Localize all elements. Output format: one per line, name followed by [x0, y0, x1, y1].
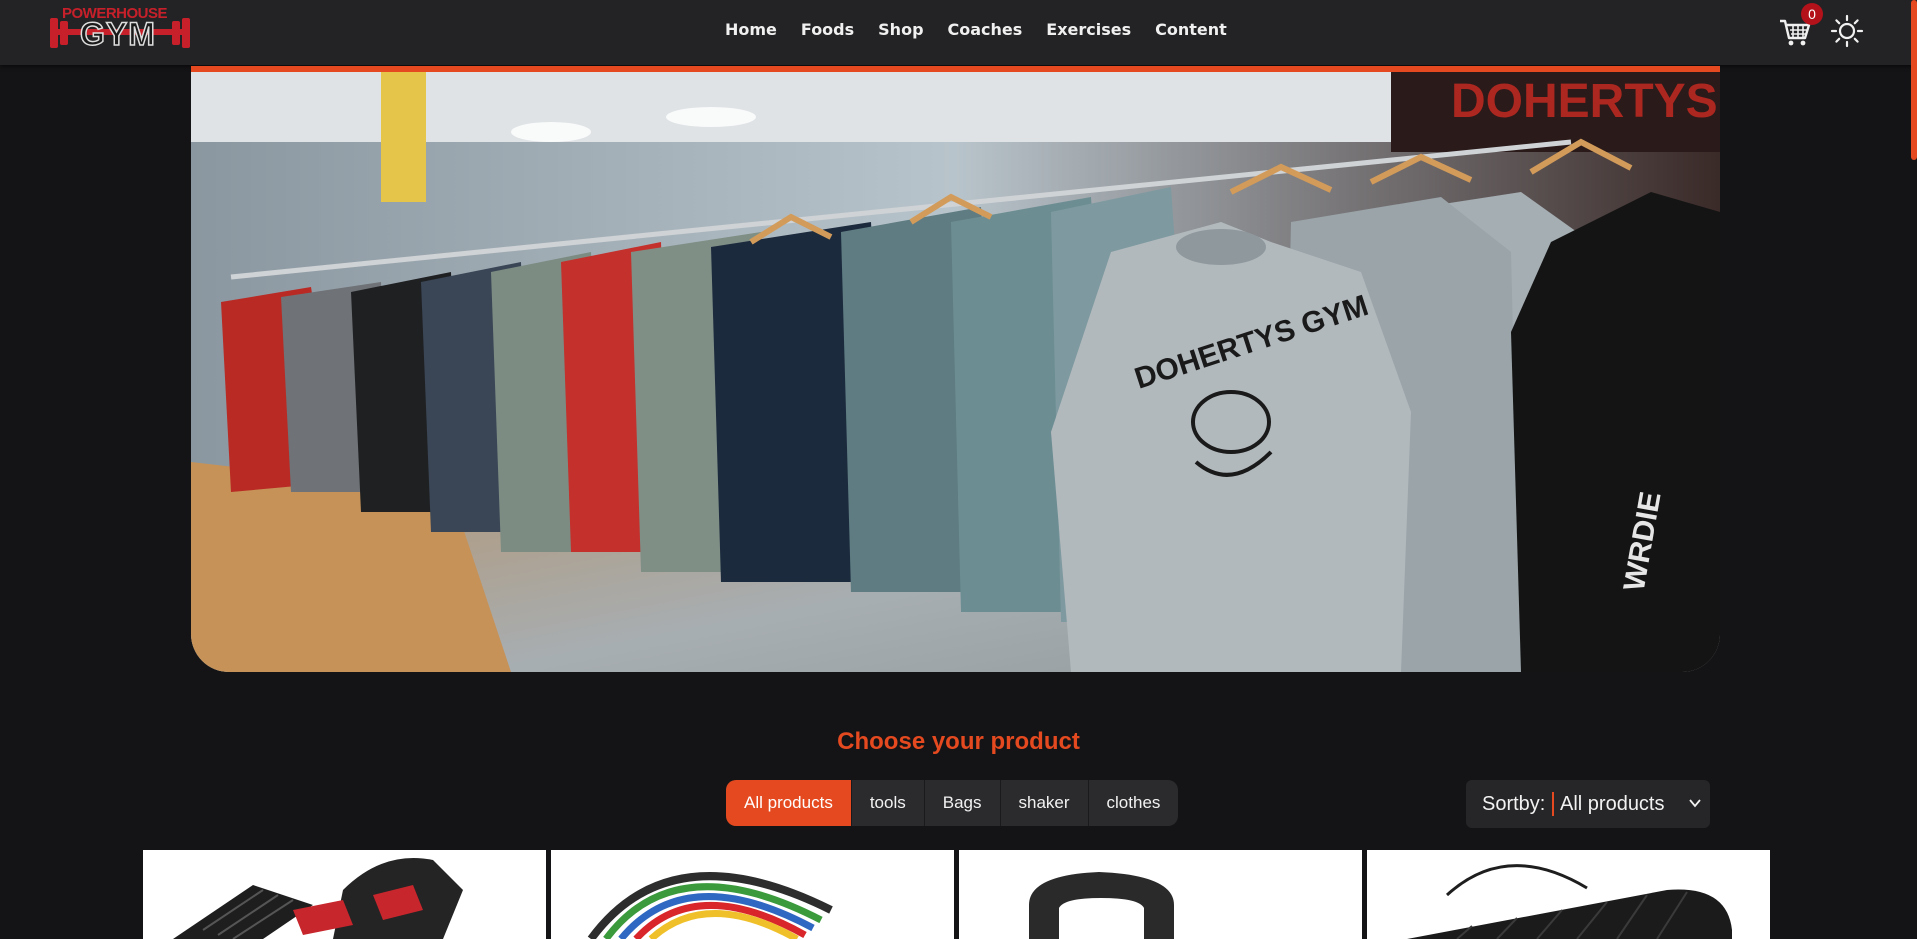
sort-by-value: All products — [1560, 793, 1665, 815]
product-card-resistance-bands[interactable] — [551, 850, 954, 939]
powerhouse-gym-logo[interactable]: POWERHOUSE GYM — [50, 4, 190, 54]
product-card-kettlebell[interactable] — [959, 850, 1362, 939]
filter-all-products[interactable]: All products — [726, 780, 852, 826]
nav-home[interactable]: Home — [725, 20, 777, 39]
sort-separator — [1552, 792, 1554, 816]
filter-shaker[interactable]: shaker — [1001, 780, 1089, 826]
logo-main-text: GYM — [79, 15, 156, 53]
main-nav: Home Foods Shop Coaches Exercises Conten… — [725, 20, 1251, 39]
nav-content[interactable]: Content — [1155, 20, 1227, 39]
svg-text:DOHERTYS GY: DOHERTYS GY — [1451, 75, 1720, 128]
chevron-down-icon — [1689, 799, 1701, 808]
products-section-title: Choose your product — [837, 728, 1080, 755]
top-navbar: POWERHOUSE GYM Home Foods Shop Coaches E… — [0, 0, 1917, 65]
nav-coaches[interactable]: Coaches — [948, 20, 1023, 39]
nav-foods[interactable]: Foods — [801, 20, 854, 39]
filter-tools[interactable]: tools — [852, 780, 925, 826]
filter-clothes[interactable]: clothes — [1089, 780, 1179, 826]
sort-by-label: Sortby: — [1482, 793, 1546, 815]
product-card-adjustable-dumbbell[interactable] — [143, 850, 546, 939]
nav-shop[interactable]: Shop — [878, 20, 923, 39]
hero-banner: DOHERTYS GY — [191, 66, 1720, 672]
filter-bags[interactable]: Bags — [925, 780, 1001, 826]
product-card-yoga-mat[interactable] — [1367, 850, 1770, 939]
sort-by-dropdown[interactable]: Sortby: All products — [1466, 780, 1710, 828]
product-filter-tabs: All products tools Bags shaker clothes — [726, 780, 1179, 826]
page-scrollbar-thumb[interactable] — [1911, 0, 1917, 160]
cart-count-badge: 0 — [1801, 3, 1823, 25]
sun-icon[interactable] — [1830, 14, 1864, 48]
product-grid — [143, 850, 1770, 939]
nav-exercises[interactable]: Exercises — [1046, 20, 1131, 39]
gym-clothing-rack-photo: DOHERTYS GY — [191, 72, 1720, 672]
